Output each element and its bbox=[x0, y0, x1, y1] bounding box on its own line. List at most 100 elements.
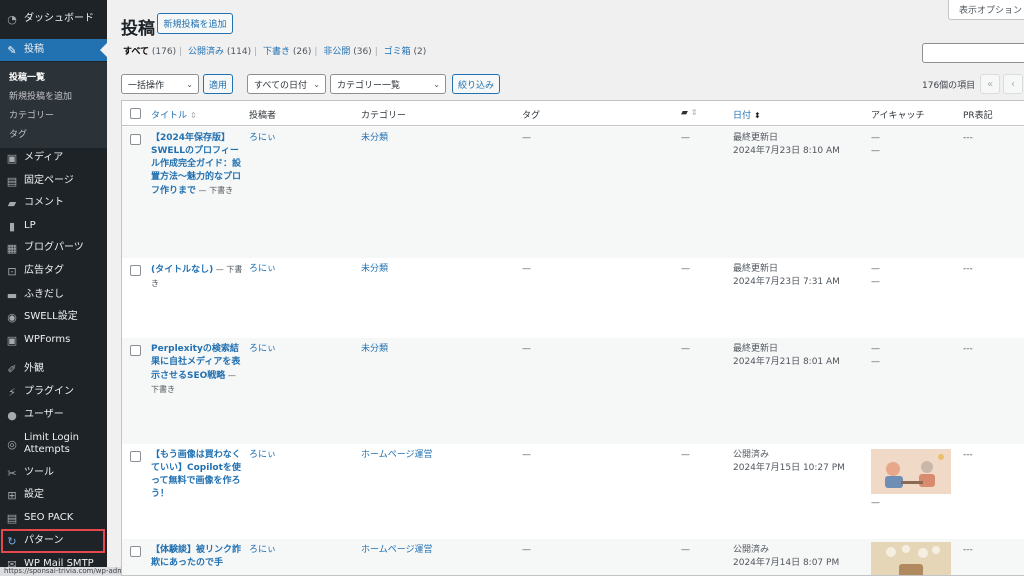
post-author[interactable]: ろにぃ bbox=[249, 343, 276, 356]
bulk-action-select[interactable]: 一括操作 ⌄ bbox=[121, 74, 199, 94]
pin-icon: ✎ bbox=[7, 43, 17, 57]
first-page-button[interactable]: « bbox=[980, 74, 1000, 94]
sidebar-item-blog-parts[interactable]: ▦ ブログパーツ bbox=[0, 239, 107, 257]
chevron-down-icon: ⌄ bbox=[433, 80, 440, 89]
column-category-header: カテゴリー bbox=[361, 111, 407, 121]
sidebar-item-limit-login[interactable]: ◎ Limit Login Attempts bbox=[0, 430, 107, 458]
column-title-label: タイトル bbox=[151, 111, 188, 121]
row-checkbox[interactable] bbox=[130, 134, 141, 145]
post-comments: — bbox=[681, 450, 690, 460]
submenu-all-posts[interactable]: 投稿一覧 bbox=[9, 70, 45, 83]
category-filter-select[interactable]: カテゴリー一覧 ⌄ bbox=[330, 74, 446, 94]
sidebar-item-posts[interactable]: ✎ 投稿 bbox=[0, 39, 107, 61]
post-pr: --- bbox=[963, 545, 973, 555]
post-title[interactable]: 【もう画像は買わなくていい】Copilotを使って無料で画像を作ろう！ bbox=[151, 449, 243, 501]
column-author-header: 投稿者 bbox=[249, 111, 277, 121]
post-comments: — bbox=[681, 344, 690, 354]
view-trash-link[interactable]: ゴミ箱 bbox=[384, 47, 411, 57]
filter-button[interactable]: 絞り込み bbox=[452, 74, 500, 94]
eyecatch-thumbnail[interactable] bbox=[871, 449, 951, 494]
row-checkbox[interactable] bbox=[130, 451, 141, 462]
sidebar-item-label: SWELL設定 bbox=[24, 311, 78, 322]
ad-icon: ⊡ bbox=[7, 264, 17, 278]
comment-icon: ▰ bbox=[7, 196, 17, 210]
row-checkbox[interactable] bbox=[130, 345, 141, 356]
view-drafts-link[interactable]: 下書き bbox=[263, 47, 290, 57]
post-pr: --- bbox=[963, 264, 973, 274]
post-author[interactable]: ろにぃ bbox=[249, 263, 276, 276]
post-author[interactable]: ろにぃ bbox=[249, 132, 276, 145]
post-category[interactable]: 未分類 bbox=[361, 343, 388, 356]
post-title[interactable]: 【2024年保存版】SWELLのプロフィール作成完全ガイド：設置方法〜魅力的なプ… bbox=[151, 132, 243, 198]
add-new-post-button[interactable]: 新規投稿を追加 bbox=[157, 13, 233, 34]
view-private-link[interactable]: 非公開 bbox=[323, 47, 350, 57]
post-comments: — bbox=[681, 133, 690, 143]
sidebar-item-plugins[interactable]: ⚡ プラグイン bbox=[0, 383, 107, 401]
post-author[interactable]: ろにぃ bbox=[249, 544, 276, 557]
date-filter-select[interactable]: すべての日付 ⌄ bbox=[247, 74, 326, 94]
highlight-frame bbox=[1, 529, 105, 553]
submenu-categories[interactable]: カテゴリー bbox=[9, 108, 54, 121]
sidebar-item-wpforms[interactable]: ▣ WPForms bbox=[0, 331, 107, 349]
post-title[interactable]: Perplexityの検索結果に自社メディアを表示させるSEO戦略 — 下書き bbox=[151, 343, 243, 397]
prev-page-button[interactable]: ‹ bbox=[1003, 74, 1023, 94]
item-count: 176個の項目 bbox=[922, 81, 976, 91]
sidebar-item-label: コメント bbox=[24, 197, 64, 208]
wpforms-icon: ▣ bbox=[6, 333, 18, 347]
screen-options-button[interactable]: 表示オプション bbox=[948, 0, 1024, 20]
view-trash-count: (2) bbox=[413, 47, 427, 57]
select-all-checkbox[interactable] bbox=[130, 108, 141, 119]
row-checkbox[interactable] bbox=[130, 546, 141, 557]
sidebar-item-users[interactable]: ● ユーザー bbox=[0, 406, 107, 424]
balloon-icon: ▬ bbox=[6, 288, 18, 302]
view-private-count: (36) bbox=[353, 47, 372, 57]
post-author[interactable]: ろにぃ bbox=[249, 449, 276, 462]
limit-login-icon: ◎ bbox=[7, 437, 17, 451]
posts-submenu: 投稿一覧 新規投稿を追加 カテゴリー タグ bbox=[0, 62, 107, 148]
post-title[interactable]: (タイトルなし) — 下書き bbox=[151, 263, 243, 291]
post-title-text[interactable]: 【もう画像は買わなくていい】Copilotを使って無料で画像を作ろう！ bbox=[151, 450, 241, 499]
post-category[interactable]: 未分類 bbox=[361, 132, 388, 145]
post-date-value: 2024年7月23日 7:31 AM bbox=[733, 277, 840, 287]
search-input[interactable] bbox=[922, 43, 1024, 63]
chevron-down-icon: ⌄ bbox=[313, 80, 320, 89]
sidebar-item-pages[interactable]: ▤ 固定ページ bbox=[0, 172, 107, 190]
apply-button[interactable]: 適用 bbox=[203, 74, 233, 94]
table-row: 【2024年保存版】SWELLのプロフィール作成完全ガイド：設置方法〜魅力的なプ… bbox=[122, 127, 1024, 258]
post-category[interactable]: ホームページ運営 bbox=[361, 544, 433, 557]
post-title-text[interactable]: (タイトルなし) bbox=[151, 265, 213, 275]
column-title-header[interactable]: タイトル ⇕ bbox=[151, 108, 197, 121]
post-eyecatch-sub: — bbox=[871, 357, 880, 367]
column-tags-header: タグ bbox=[522, 111, 541, 121]
view-published-link[interactable]: 公開済み bbox=[188, 47, 224, 57]
column-date-header[interactable]: 日付 ⬍ bbox=[733, 108, 761, 121]
row-checkbox[interactable] bbox=[130, 265, 141, 276]
eyecatch-thumbnail[interactable] bbox=[871, 542, 951, 576]
sidebar-item-comments[interactable]: ▰ コメント bbox=[0, 194, 107, 212]
swell-icon: ◉ bbox=[7, 310, 17, 324]
post-category[interactable]: ホームページ運営 bbox=[361, 449, 433, 462]
sidebar-item-label: LP bbox=[24, 220, 36, 231]
sidebar-item-dashboard[interactable]: ◔ ダッシュボード bbox=[0, 10, 107, 28]
post-title[interactable]: 【体験談】被リンク詐欺にあったので手 bbox=[151, 544, 243, 570]
sidebar-item-appearance[interactable]: ✐ 外観 bbox=[0, 360, 107, 378]
submenu-tags[interactable]: タグ bbox=[9, 127, 27, 140]
sidebar-item-settings[interactable]: ⊞ 設定 bbox=[0, 486, 107, 504]
submenu-add-new[interactable]: 新規投稿を追加 bbox=[9, 89, 72, 102]
post-status-filters: すべて (176) | 公開済み (114) | 下書き (26) | 非公開 (36… bbox=[123, 47, 427, 57]
view-all-link[interactable]: すべて bbox=[123, 47, 149, 57]
sidebar-item-seo-pack[interactable]: ▤ SEO PACK bbox=[0, 509, 107, 527]
column-comments-header[interactable]: ▰ ⇕ bbox=[681, 108, 698, 118]
sidebar-item-balloon[interactable]: ▬ ふきだし bbox=[0, 286, 107, 304]
plugin-icon: ⚡ bbox=[8, 385, 16, 399]
sidebar-item-lp[interactable]: ▮ LP bbox=[0, 217, 107, 235]
view-all-count: (176) bbox=[151, 47, 177, 57]
sidebar-item-tools[interactable]: ✂ ツール bbox=[0, 464, 107, 482]
post-title-text[interactable]: 【体験談】被リンク詐欺にあったので手 bbox=[151, 545, 241, 568]
sidebar-item-ad-tags[interactable]: ⊡ 広告タグ bbox=[0, 262, 107, 280]
post-category[interactable]: 未分類 bbox=[361, 263, 388, 276]
post-tags: — bbox=[522, 545, 531, 555]
sidebar-item-media[interactable]: ▣ メディア bbox=[0, 149, 107, 167]
sidebar-item-swell-settings[interactable]: ◉ SWELL設定 bbox=[0, 308, 107, 326]
sidebar-item-label: ブログパーツ bbox=[24, 242, 84, 253]
